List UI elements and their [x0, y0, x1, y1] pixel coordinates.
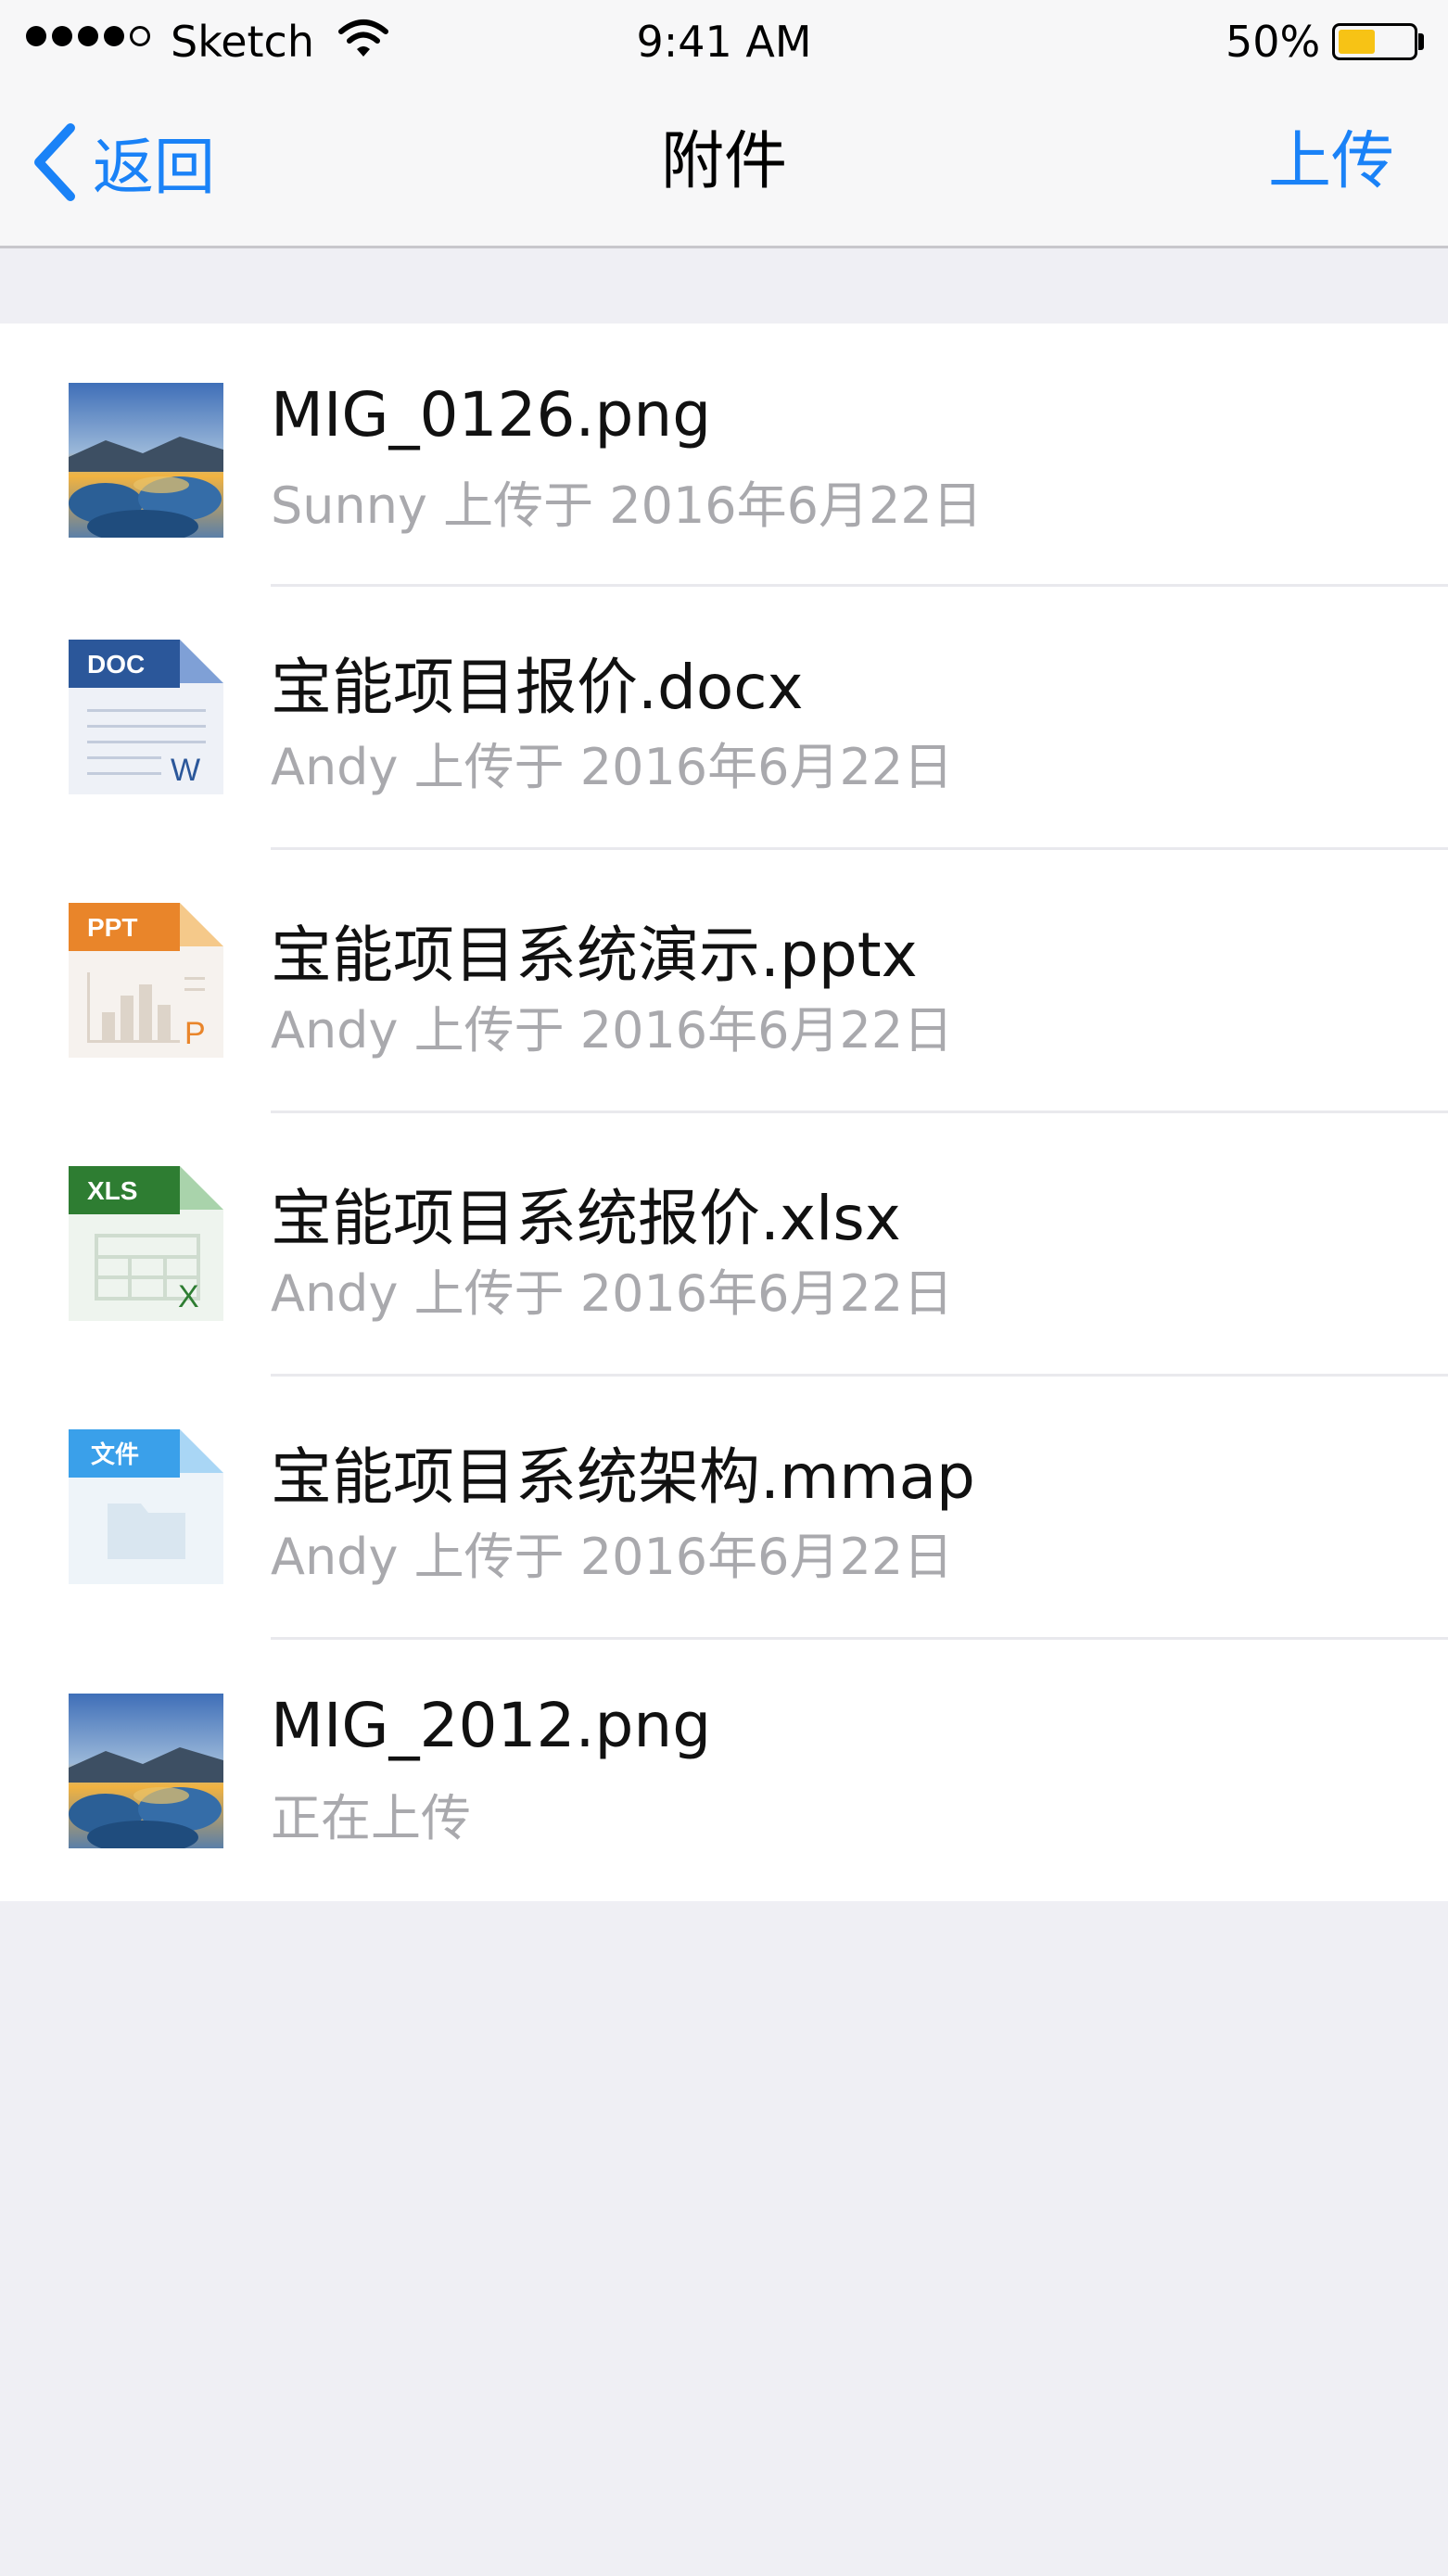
generic-file-icon: 文件: [69, 1429, 223, 1584]
file-subtitle: Andy 上传于 2016年6月22日: [271, 1001, 954, 1060]
xls-badge: XLS: [87, 1176, 137, 1205]
ppt-file-icon: PPT P: [69, 903, 223, 1058]
file-name: 宝能项目系统架构.mmap: [271, 1441, 975, 1513]
battery-percent: 50%: [1226, 17, 1321, 67]
top-bar: Sketch 9:41 AM 50% 返回 附件 上传: [0, 0, 1448, 248]
file-name: 宝能项目系统报价.xlsx: [271, 1183, 901, 1254]
doc-badge: DOC: [87, 650, 145, 679]
doc-mark: W: [171, 753, 200, 788]
file-badge: 文件: [91, 1440, 139, 1469]
upload-button[interactable]: 上传: [1268, 121, 1394, 204]
ppt-mark: P: [184, 1016, 206, 1051]
file-subtitle: Sunny 上传于 2016年6月22日: [271, 476, 983, 535]
file-name: 宝能项目系统演示.pptx: [271, 920, 918, 991]
page-title: 附件: [660, 125, 787, 198]
file-subtitle: 正在上传: [271, 1789, 471, 1847]
file-subtitle: Andy 上传于 2016年6月22日: [271, 1264, 954, 1323]
battery-icon: [1332, 23, 1417, 60]
file-name: MIG_0126.png: [271, 379, 712, 450]
battery-cap: [1418, 33, 1424, 50]
doc-file-icon: DOC W: [69, 640, 223, 794]
list-item[interactable]: MIG_0126.png Sunny 上传于 2016年6月22日: [0, 324, 1448, 587]
file-name: MIG_2012.png: [271, 1690, 712, 1761]
file-subtitle: Andy 上传于 2016年6月22日: [271, 1528, 954, 1586]
list-item[interactable]: DOC W 宝能项目报价.docx Andy 上传于 2016年6月22日: [0, 587, 1448, 850]
file-name: 宝能项目报价.docx: [271, 652, 804, 723]
attachment-list: MIG_0126.png Sunny 上传于 2016年6月22日 DOC W …: [0, 324, 1448, 1901]
list-item[interactable]: 文件 宝能项目系统架构.mmap Andy 上传于 2016年6月22日: [0, 1377, 1448, 1640]
xls-mark: X: [178, 1279, 199, 1314]
navigation-bar: 返回 附件 上传: [0, 83, 1448, 246]
ppt-badge: PPT: [87, 913, 137, 942]
file-subtitle: Andy 上传于 2016年6月22日: [271, 738, 954, 796]
list-item[interactable]: XLS X 宝能项目系统报价.xlsx Andy 上传于 2016年6月22日: [0, 1113, 1448, 1377]
image-thumbnail-icon: [69, 383, 223, 543]
status-bar: Sketch 9:41 AM 50%: [0, 0, 1448, 83]
list-item[interactable]: MIG_2012.png 正在上传: [0, 1640, 1448, 1903]
list-item[interactable]: PPT P 宝能项目系统演示.pptx Andy 上传于 2016年6月22日: [0, 850, 1448, 1113]
image-thumbnail-icon: [69, 1694, 223, 1854]
xls-file-icon: XLS X: [69, 1166, 223, 1321]
